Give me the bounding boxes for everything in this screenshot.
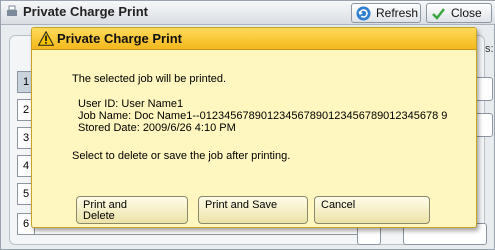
close-button[interactable]: Close	[426, 3, 492, 23]
check-icon	[432, 8, 445, 20]
cancel-button[interactable]: Cancel	[314, 196, 430, 224]
printer-icon	[7, 5, 17, 16]
refresh-button[interactable]: Refresh	[351, 3, 421, 23]
background-titlebar: Private Charge Print Refresh Close	[1, 1, 495, 25]
close-label: Close	[451, 6, 482, 20]
background-title: Private Charge Print	[23, 4, 148, 19]
dialog-title: Private Charge Print	[57, 31, 182, 46]
job-name-text: Job Name: Doc Name1--0123456789012345678…	[78, 110, 448, 122]
stored-date-text: Stored Date: 2009/6/26 4:10 PM	[78, 122, 236, 134]
confirm-dialog: Private Charge Print The selected job wi…	[31, 27, 477, 228]
refresh-label: Refresh	[376, 6, 419, 20]
background-side-text: s:	[485, 43, 494, 55]
print-and-delete-label-line2: Delete	[83, 210, 115, 222]
print-and-save-button[interactable]: Print and Save	[198, 196, 308, 224]
refresh-icon	[356, 6, 371, 21]
print-and-save-label: Print and Save	[205, 199, 278, 211]
user-id-text: User ID: User Name1	[78, 98, 184, 110]
warning-icon	[38, 31, 54, 46]
dialog-instruction: Select to delete or save the job after p…	[72, 150, 291, 162]
dialog-message: The selected job will be printed.	[72, 73, 227, 85]
dialog-header: Private Charge Print	[32, 28, 476, 50]
cancel-label: Cancel	[321, 199, 356, 211]
print-and-delete-button[interactable]: Print and Delete	[76, 196, 188, 224]
